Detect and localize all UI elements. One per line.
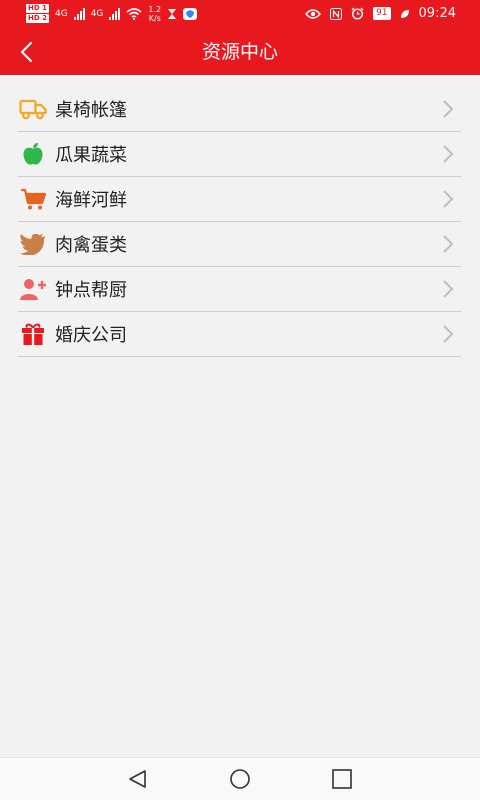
speed-unit: K/s [148, 13, 161, 23]
network-speed: 1.2 K/s [148, 5, 161, 23]
status-right: 91 09:24 [305, 6, 456, 21]
battery-indicator: 91 [373, 7, 391, 20]
hourglass-icon [168, 8, 177, 19]
app-bar: 资源中心 [0, 30, 480, 75]
triangle-back-icon [129, 770, 146, 788]
chevron-right-icon [443, 100, 454, 118]
hd2-badge: HD 2 [26, 14, 49, 23]
status-bar: HD 1 HD 2 4G 4G 1.2 K/s 91 09:24 [0, 0, 480, 30]
list-item-wedding-company[interactable]: 婚庆公司 [18, 312, 461, 357]
status-left: HD 1 HD 2 4G 4G 1.2 K/s [26, 4, 198, 23]
chevron-right-icon [443, 190, 454, 208]
nfc-icon [330, 7, 343, 20]
page-title: 资源中心 [201, 41, 278, 63]
system-nav-bar [0, 757, 480, 800]
list-item-fruits-vegetables[interactable]: 瓜果蔬菜 [18, 132, 461, 177]
list-item-label: 海鲜河鲜 [55, 190, 127, 211]
nav-home-button[interactable] [228, 768, 252, 790]
bird-icon [19, 230, 47, 258]
circle-home-icon [230, 769, 250, 789]
alarm-icon [351, 7, 364, 20]
list-item-label: 婚庆公司 [55, 325, 127, 346]
list-item-hourly-cook[interactable]: 钟点帮厨 [18, 267, 461, 312]
cart-icon [19, 185, 47, 213]
chevron-right-icon [443, 145, 454, 163]
list-item-label: 钟点帮厨 [55, 280, 127, 301]
signal-icon [73, 7, 85, 20]
wifi-icon [126, 7, 142, 20]
network-type-2: 4G [90, 8, 104, 19]
nav-recents-button[interactable] [330, 768, 354, 790]
list-item-label: 桌椅帐篷 [55, 100, 127, 121]
network-type-1: 4G [54, 8, 68, 19]
truck-icon [19, 95, 47, 123]
gift-icon [19, 320, 47, 348]
list-item-meat-poultry-eggs[interactable]: 肉禽蛋类 [18, 222, 461, 267]
hd1-badge: HD 1 [26, 4, 49, 13]
hd-badges: HD 1 HD 2 [26, 4, 49, 23]
clock: 09:24 [418, 6, 456, 21]
chevron-right-icon [443, 235, 454, 253]
square-recents-icon [332, 769, 352, 789]
speed-value: 1.2 [148, 4, 162, 14]
nav-back-button[interactable] [126, 768, 150, 790]
apple-icon [19, 140, 47, 168]
list-item-tables-tents[interactable]: 桌椅帐篷 [18, 87, 461, 132]
list-item-label: 肉禽蛋类 [55, 235, 127, 256]
chevron-right-icon [443, 325, 454, 343]
leaf-icon [400, 9, 409, 18]
signal-icon-2 [109, 7, 121, 20]
add-user-icon [19, 275, 47, 303]
eye-icon [305, 8, 322, 19]
shield-app-icon [183, 7, 198, 20]
list-item-label: 瓜果蔬菜 [55, 145, 127, 166]
chevron-right-icon [443, 280, 454, 298]
list-item-seafood[interactable]: 海鲜河鲜 [18, 177, 461, 222]
resource-list: 桌椅帐篷 瓜果蔬菜 海鲜河鲜 肉禽蛋类 钟点帮厨 婚庆公司 [18, 87, 461, 357]
